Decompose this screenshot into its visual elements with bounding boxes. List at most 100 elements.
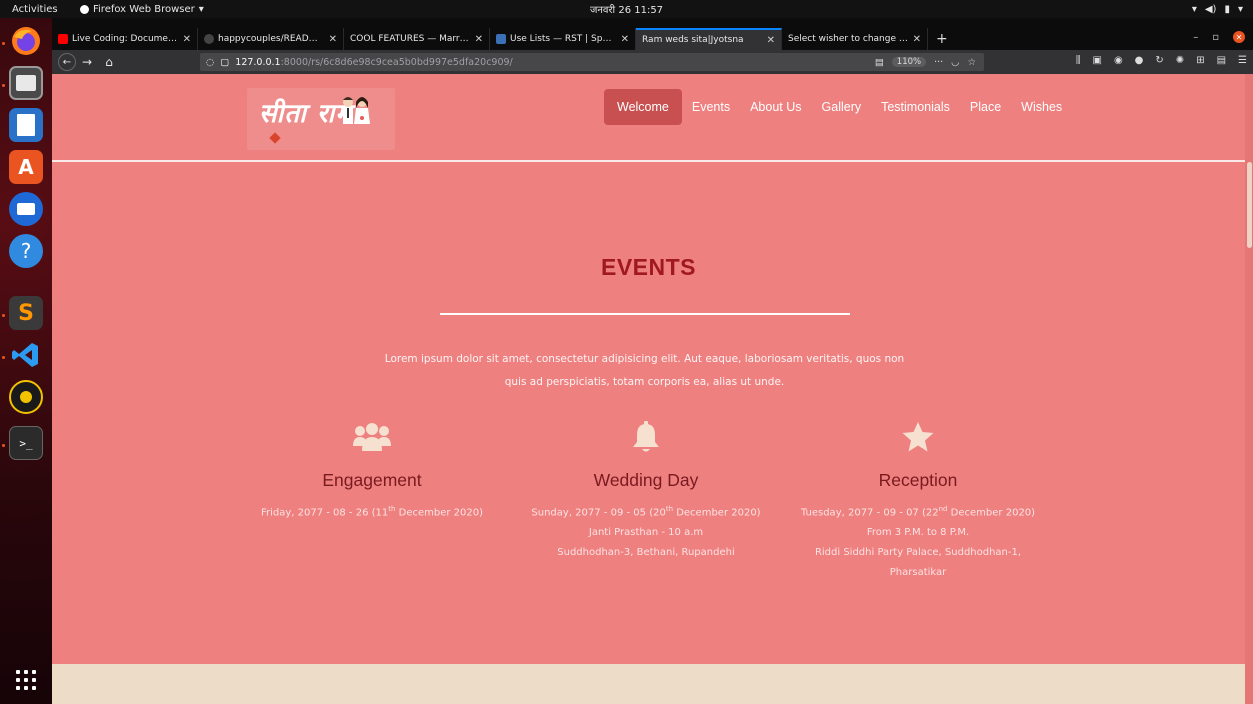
event-date-prefix: Sunday, 2077 - 09 - 05 (20 bbox=[531, 507, 666, 519]
sidebar-icon[interactable]: ▣ bbox=[1092, 55, 1101, 66]
nav-testimonials[interactable]: Testimonials bbox=[871, 89, 960, 125]
close-icon[interactable]: ✕ bbox=[913, 34, 921, 45]
running-indicator bbox=[2, 42, 5, 45]
tab-select-wisher[interactable]: Select wisher to change | Dj ✕ bbox=[782, 28, 928, 50]
menu-icon[interactable]: ☰ bbox=[1238, 55, 1247, 66]
couple-icon bbox=[337, 94, 373, 130]
scrollbar-thumb[interactable] bbox=[1247, 162, 1252, 248]
react-devtools-icon[interactable]: ✺ bbox=[1176, 55, 1184, 66]
tab-cool-features[interactable]: COOL FEATURES — Marriag ✕ bbox=[344, 28, 490, 50]
forward-arrow-icon[interactable]: → bbox=[76, 55, 98, 69]
bell-icon bbox=[516, 419, 776, 455]
event-date-prefix: Friday, 2077 - 08 - 26 (11 bbox=[260, 507, 389, 519]
url-bar[interactable]: ◌ ▢ 127.0.0.1:8000/rs/6c8d6e98c9cea5b0bd… bbox=[200, 53, 984, 71]
close-window-icon[interactable]: ✕ bbox=[1233, 31, 1245, 43]
tab-ram-weds-sita[interactable]: Ram weds sita|Jyotsna ✕ bbox=[636, 28, 782, 50]
site-logo[interactable]: सीता राम bbox=[247, 88, 395, 150]
reload-extension-icon[interactable]: ↻ bbox=[1155, 55, 1163, 66]
tab-happycouples-readme[interactable]: happycouples/README. ✕ bbox=[198, 28, 344, 50]
tab-title: Live Coding: Documenta bbox=[72, 34, 179, 44]
tab-title: Use Lists — RST | Sphinx bbox=[510, 34, 617, 44]
youtube-icon bbox=[58, 34, 68, 44]
close-icon[interactable]: ✕ bbox=[767, 35, 775, 46]
wifi-icon: ▾ bbox=[1191, 3, 1197, 15]
page-info-icon[interactable]: ▢ bbox=[220, 57, 229, 68]
close-icon[interactable]: ✕ bbox=[475, 34, 483, 45]
activities-button[interactable]: Activities bbox=[0, 4, 80, 15]
navigation-toolbar: ← → ⌂ ◌ ▢ 127.0.0.1:8000/rs/6c8d6e98c9ce… bbox=[52, 50, 1253, 74]
thunderbird-dock-icon[interactable] bbox=[9, 192, 43, 226]
software-center-dock-icon[interactable]: A bbox=[9, 150, 43, 184]
event-location: Suddhodhan-3, Bethani, Rupandehi bbox=[557, 547, 735, 559]
url-path: :8000/rs/6c8d6e98c9cea5b0bd997e5dfa20c90… bbox=[280, 56, 513, 68]
toolbar-extensions: ⫼ ▣ ◉ ● ↻ ✺ ⊞ ▤ ☰ bbox=[1076, 55, 1247, 66]
nav-welcome[interactable]: Welcome bbox=[604, 89, 682, 125]
close-icon[interactable]: ✕ bbox=[183, 34, 191, 45]
screenshot-icon[interactable]: ▤ bbox=[1217, 55, 1226, 66]
intro-line: quis ad perspiciatis, totam corporis ea,… bbox=[504, 376, 785, 388]
library-icon[interactable]: ⫼ bbox=[1076, 55, 1081, 66]
running-indicator bbox=[2, 444, 5, 447]
event-time: From 3 P.M. to 8 P.M. bbox=[866, 527, 970, 539]
files-dock-icon[interactable] bbox=[9, 66, 43, 100]
pocket-icon[interactable]: ◡ bbox=[951, 57, 959, 68]
firefox-dock-icon[interactable] bbox=[9, 24, 43, 58]
app-menu[interactable]: Firefox Web Browser ▾ bbox=[80, 4, 204, 15]
new-tab-button[interactable]: + bbox=[928, 28, 956, 50]
back-arrow-icon[interactable]: ← bbox=[58, 53, 76, 71]
show-applications-icon[interactable] bbox=[16, 670, 36, 690]
home-icon[interactable]: ⌂ bbox=[98, 55, 120, 69]
nav-gallery[interactable]: Gallery bbox=[812, 89, 872, 125]
nav-events[interactable]: Events bbox=[682, 89, 740, 125]
account-icon[interactable]: ◉ bbox=[1114, 55, 1123, 66]
event-card-reception: Reception Tuesday, 2077 - 09 - 07 (22nd … bbox=[788, 419, 1048, 583]
event-location: Riddi Siddhi Party Palace, Suddhodhan-1, bbox=[814, 547, 1022, 559]
running-indicator bbox=[2, 314, 5, 317]
nav-about-us[interactable]: About Us bbox=[740, 89, 811, 125]
minimize-icon[interactable]: – bbox=[1193, 32, 1198, 43]
event-title: Engagement bbox=[322, 470, 422, 490]
close-icon[interactable]: ✕ bbox=[621, 34, 629, 45]
tab-title: Select wisher to change | Dj bbox=[788, 34, 909, 44]
system-clock[interactable]: जनवरी 26 11:57 bbox=[590, 2, 663, 16]
event-card-wedding-day: Wedding Day Sunday, 2077 - 09 - 05 (20th… bbox=[516, 419, 776, 563]
tab-title: happycouples/README. bbox=[218, 34, 325, 44]
shield-icon[interactable]: ◌ bbox=[206, 57, 214, 68]
chevron-down-icon: ▾ bbox=[1237, 3, 1243, 15]
event-date: Sunday, 2077 - 09 - 05 (20th December 20… bbox=[516, 499, 776, 523]
extension-icon[interactable]: ● bbox=[1135, 55, 1144, 66]
bookmark-star-icon[interactable]: ☆ bbox=[967, 57, 976, 68]
rhythmbox-dock-icon[interactable] bbox=[9, 380, 43, 414]
tab-use-lists[interactable]: Use Lists — RST | Sphinx ✕ bbox=[490, 28, 636, 50]
users-icon bbox=[242, 419, 502, 455]
page-actions-button[interactable]: ··· bbox=[934, 57, 943, 68]
system-tray[interactable]: ▾ ◀) ▮ ▾ bbox=[1192, 4, 1243, 15]
sphinx-icon bbox=[496, 34, 506, 44]
github-icon bbox=[204, 34, 214, 44]
page-scrollbar[interactable] bbox=[1245, 74, 1253, 704]
help-dock-icon[interactable]: ? bbox=[9, 234, 43, 268]
running-indicator bbox=[2, 84, 5, 87]
next-section-band bbox=[52, 664, 1245, 704]
running-indicator bbox=[2, 356, 5, 359]
grid-extension-icon[interactable]: ⊞ bbox=[1196, 55, 1204, 66]
sublime-dock-icon[interactable]: S bbox=[9, 296, 43, 330]
tabstrip-top bbox=[52, 18, 1253, 28]
tab-bar: Live Coding: Documenta ✕ happycouples/RE… bbox=[52, 28, 1253, 50]
window-controls: – ▫ ✕ bbox=[1193, 31, 1245, 43]
zoom-level-badge[interactable]: 110% bbox=[891, 57, 927, 67]
reader-view-icon[interactable]: ▤ bbox=[875, 57, 884, 68]
close-icon[interactable]: ✕ bbox=[329, 34, 337, 45]
terminal-dock-icon[interactable]: >_ bbox=[9, 426, 43, 460]
writer-dock-icon[interactable] bbox=[9, 108, 43, 142]
vscode-dock-icon[interactable] bbox=[9, 338, 43, 372]
tab-title: COOL FEATURES — Marriag bbox=[350, 34, 471, 44]
system-top-bar: Activities Firefox Web Browser ▾ जनवरी 2… bbox=[0, 0, 1253, 18]
tab-live-coding[interactable]: Live Coding: Documenta ✕ bbox=[52, 28, 198, 50]
event-date-suffix: December 2020) bbox=[395, 507, 484, 519]
intro-line: Lorem ipsum dolor sit amet, consectetur … bbox=[384, 353, 905, 365]
restore-icon[interactable]: ▫ bbox=[1212, 32, 1219, 43]
nav-place[interactable]: Place bbox=[960, 89, 1011, 125]
nav-wishes[interactable]: Wishes bbox=[1011, 89, 1072, 125]
tab-title: Ram weds sita|Jyotsna bbox=[642, 35, 744, 45]
